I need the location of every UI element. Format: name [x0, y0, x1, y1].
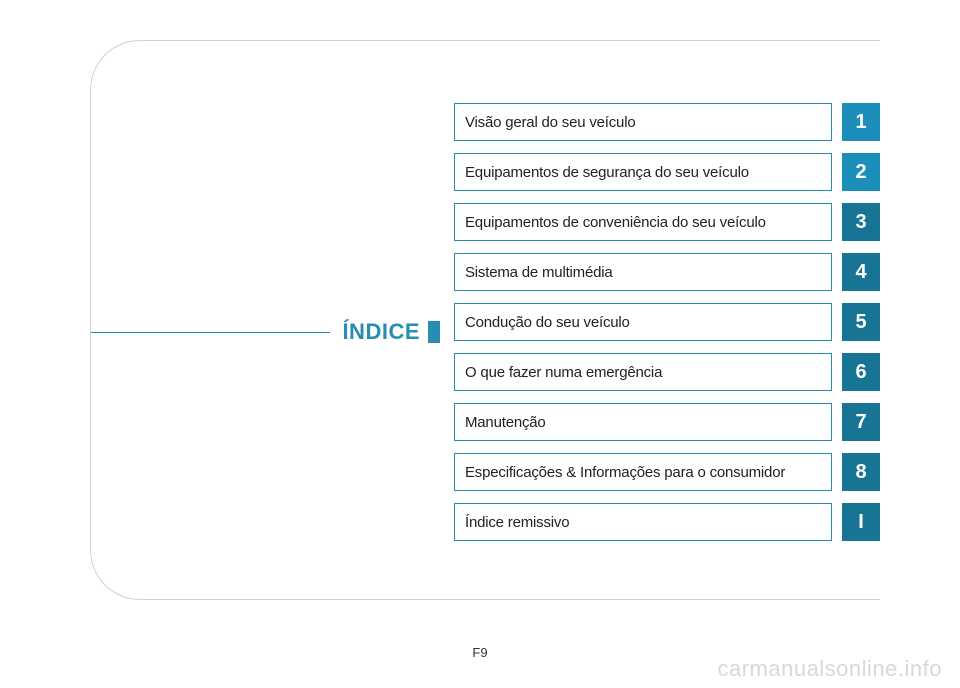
heading-block-icon: [428, 321, 440, 343]
toc-row[interactable]: Equipamentos de segurança do seu veículo…: [454, 153, 880, 191]
heading-rule: [91, 332, 330, 333]
toc-chapter-number: 2: [842, 153, 880, 191]
toc-list: Visão geral do seu veículo 1 Equipamento…: [440, 103, 880, 543]
page-frame: ÍNDICE Visão geral do seu veículo 1 Equi…: [90, 40, 880, 600]
watermark: carmanualsonline.info: [717, 656, 942, 682]
toc-row[interactable]: Sistema de multimédia 4: [454, 253, 880, 291]
toc-row[interactable]: Manutenção 7: [454, 403, 880, 441]
toc-chapter-number: 6: [842, 353, 880, 391]
toc-chapter-number: I: [842, 503, 880, 541]
section-title: ÍNDICE: [342, 319, 420, 345]
toc-label: Índice remissivo: [454, 503, 832, 541]
toc-label: Equipamentos de conveniência do seu veíc…: [454, 203, 832, 241]
toc-row[interactable]: Índice remissivo I: [454, 503, 880, 541]
toc-label: Condução do seu veículo: [454, 303, 832, 341]
toc-label: Visão geral do seu veículo: [454, 103, 832, 141]
toc-chapter-number: 3: [842, 203, 880, 241]
toc-chapter-number: 8: [842, 453, 880, 491]
left-column: ÍNDICE: [91, 103, 440, 543]
toc-row[interactable]: Visão geral do seu veículo 1: [454, 103, 880, 141]
toc-chapter-number: 1: [842, 103, 880, 141]
toc-label: Equipamentos de segurança do seu veículo: [454, 153, 832, 191]
content-area: ÍNDICE Visão geral do seu veículo 1 Equi…: [91, 103, 880, 543]
toc-label: Manutenção: [454, 403, 832, 441]
toc-label: O que fazer numa emergência: [454, 353, 832, 391]
heading-row: ÍNDICE: [91, 319, 440, 345]
toc-row[interactable]: Especificações & Informações para o cons…: [454, 453, 880, 491]
toc-row[interactable]: Equipamentos de conveniência do seu veíc…: [454, 203, 880, 241]
toc-chapter-number: 7: [842, 403, 880, 441]
toc-label: Especificações & Informações para o cons…: [454, 453, 832, 491]
toc-chapter-number: 4: [842, 253, 880, 291]
toc-label: Sistema de multimédia: [454, 253, 832, 291]
toc-row[interactable]: O que fazer numa emergência 6: [454, 353, 880, 391]
toc-row[interactable]: Condução do seu veículo 5: [454, 303, 880, 341]
toc-chapter-number: 5: [842, 303, 880, 341]
